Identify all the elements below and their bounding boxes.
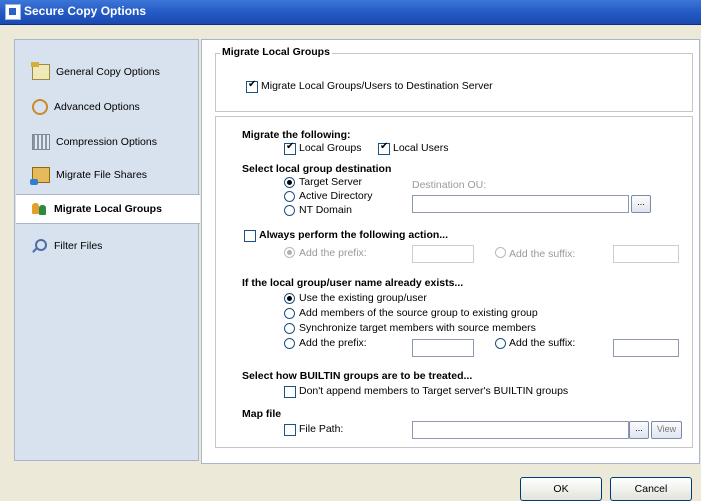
ok-button[interactable]: OK — [520, 477, 602, 501]
always-perform-label: Always perform the following action... — [259, 229, 449, 241]
destination-ou-input[interactable] — [412, 195, 629, 213]
exists-suffix-radio[interactable] — [495, 338, 506, 349]
local-users-checkbox[interactable] — [378, 141, 390, 155]
map-file-heading: Map file — [242, 408, 282, 420]
advanced-options-icon — [32, 99, 48, 115]
sidebar-item-label: Migrate Local Groups — [54, 203, 162, 215]
exists-prefix-input[interactable] — [412, 339, 474, 357]
migrate-local-groups-group: Migrate Local Groups Migrate Local Group… — [215, 46, 693, 112]
use-existing-radio[interactable] — [284, 293, 295, 304]
always-prefix-input[interactable] — [412, 245, 474, 263]
local-groups-label: Local Groups — [299, 142, 362, 154]
local-users-label: Local Users — [393, 142, 449, 154]
sidebar-item-compression-options[interactable]: Compression Options — [16, 128, 197, 156]
builtin-checkbox[interactable] — [284, 386, 296, 398]
sidebar-item-migrate-local-groups[interactable]: Migrate Local Groups — [16, 194, 200, 224]
migration-settings-group: Migrate the following: Local Groups Loca… — [215, 116, 693, 448]
nt-domain-radio[interactable] — [284, 205, 295, 216]
sidebar-item-label: General Copy Options — [56, 66, 160, 78]
filter-icon — [32, 239, 48, 253]
target-server-radio[interactable] — [284, 177, 295, 188]
target-server-label: Target Server — [299, 176, 363, 188]
add-members-label: Add members of the source group to exist… — [299, 307, 538, 319]
sidebar-item-label: Compression Options — [56, 136, 157, 148]
destination-ou-label: Destination OU: — [412, 179, 487, 191]
sidebar-item-filter-files[interactable]: Filter Files — [16, 232, 197, 260]
always-suffix-label: Add the suffix: — [509, 248, 576, 260]
sidebar-item-label: Migrate File Shares — [56, 169, 148, 181]
sidebar-item-label: Advanced Options — [54, 101, 140, 113]
group-title: Migrate Local Groups — [220, 46, 332, 58]
cancel-button[interactable]: Cancel — [610, 477, 692, 501]
synchronize-radio[interactable] — [284, 323, 295, 334]
window-title: Secure Copy Options — [24, 4, 147, 18]
local-groups-checkbox[interactable] — [284, 141, 296, 155]
file-path-checkbox[interactable] — [284, 424, 296, 436]
synchronize-label: Synchronize target members with source m… — [299, 322, 536, 334]
always-suffix-radio[interactable] — [495, 247, 506, 258]
destination-ou-browse-button[interactable]: ... — [631, 195, 651, 213]
file-shares-icon — [30, 167, 50, 185]
sidebar-item-general-copy-options[interactable]: General Copy Options — [16, 58, 197, 86]
view-button[interactable]: View — [651, 421, 682, 439]
dialog-body: General Copy Options Advanced Options Co… — [0, 25, 701, 501]
migrate-local-groups-checkbox[interactable] — [246, 79, 258, 93]
file-path-browse-button[interactable]: ... — [629, 421, 649, 439]
builtin-heading: Select how BUILTIN groups are to be trea… — [242, 370, 473, 382]
compression-icon — [32, 134, 50, 150]
options-sidebar: General Copy Options Advanced Options Co… — [14, 39, 200, 461]
active-directory-label: Active Directory — [299, 190, 373, 202]
exists-suffix-input[interactable] — [613, 339, 679, 357]
options-panel: Migrate Local Groups Migrate Local Group… — [201, 39, 700, 464]
destination-heading: Select local group destination — [242, 163, 392, 175]
exists-prefix-radio[interactable] — [284, 338, 295, 349]
add-members-radio[interactable] — [284, 308, 295, 319]
title-bar: Secure Copy Options — [0, 0, 701, 25]
use-existing-label: Use the existing group/user — [299, 292, 427, 304]
always-perform-checkbox[interactable] — [244, 230, 256, 242]
sidebar-item-label: Filter Files — [54, 240, 103, 252]
app-icon — [5, 4, 21, 20]
sidebar-item-migrate-file-shares[interactable]: Migrate File Shares — [16, 161, 197, 189]
builtin-label: Don't append members to Target server's … — [299, 385, 569, 397]
sidebar-item-advanced-options[interactable]: Advanced Options — [16, 93, 197, 121]
always-prefix-label: Add the prefix: — [299, 247, 367, 259]
local-groups-icon — [32, 202, 48, 216]
exists-heading: If the local group/user name already exi… — [242, 277, 464, 289]
nt-domain-label: NT Domain — [299, 204, 352, 216]
file-path-label: File Path: — [299, 423, 344, 435]
migrate-following-heading: Migrate the following: — [242, 129, 351, 141]
exists-prefix-label: Add the prefix: — [299, 337, 367, 349]
always-suffix-input[interactable] — [613, 245, 679, 263]
exists-suffix-label: Add the suffix: — [509, 337, 576, 349]
file-path-input[interactable] — [412, 421, 629, 439]
active-directory-radio[interactable] — [284, 191, 295, 202]
migrate-local-groups-label: Migrate Local Groups/Users to Destinatio… — [261, 80, 493, 92]
general-options-icon — [31, 62, 50, 80]
always-prefix-radio[interactable] — [284, 247, 295, 258]
